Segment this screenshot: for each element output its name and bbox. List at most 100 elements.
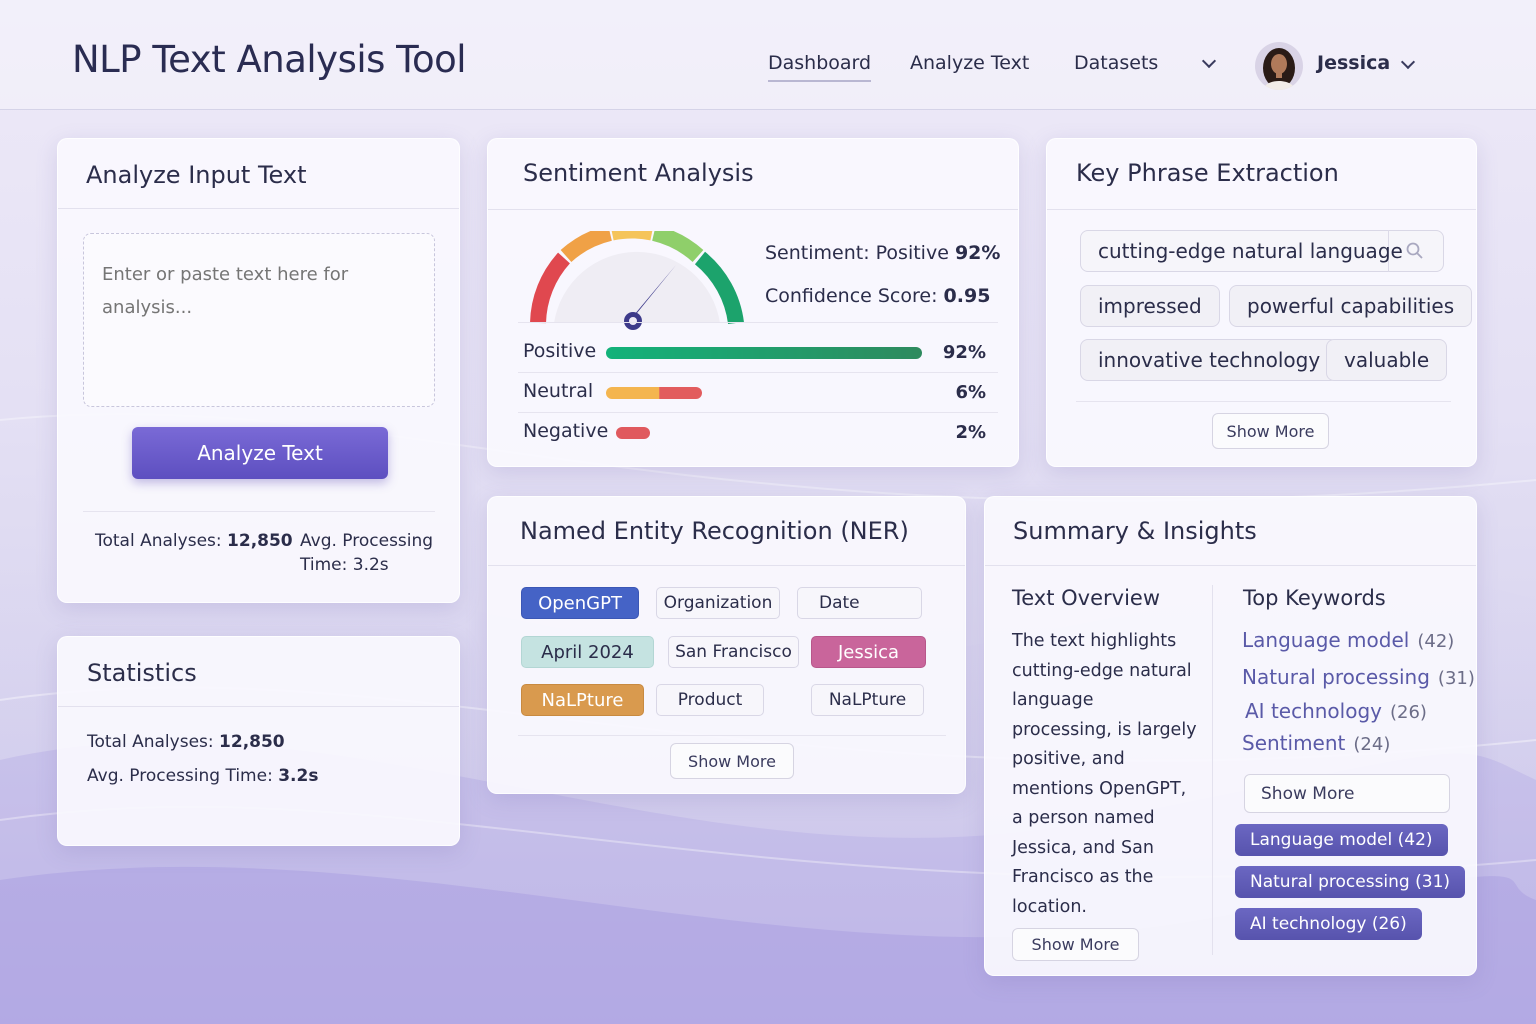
sentiment-neutral-pct: 6% bbox=[955, 382, 986, 403]
sentiment-positive-bar bbox=[606, 347, 922, 359]
text-input-area[interactable] bbox=[83, 233, 435, 407]
keyword-name: AI technology bbox=[1245, 699, 1382, 723]
user-avatar[interactable] bbox=[1255, 42, 1303, 90]
overview-show-more-button[interactable]: Show More bbox=[1012, 928, 1139, 961]
sentiment-positive-label: Positive bbox=[523, 340, 597, 362]
statistics-total-label: Total Analyses: bbox=[87, 732, 214, 752]
ner-card: Named Entity Recognition (NER) OpenGPT O… bbox=[487, 496, 966, 794]
summary-title: Summary & Insights bbox=[1013, 517, 1257, 545]
ner-title: Named Entity Recognition (NER) bbox=[520, 517, 909, 545]
avg-processing-value: 3.2s bbox=[352, 555, 389, 575]
column-divider bbox=[1212, 585, 1213, 955]
card-divider bbox=[1047, 209, 1476, 210]
search-icon[interactable] bbox=[1405, 241, 1425, 261]
key-phrase-chip[interactable]: innovative technology bbox=[1080, 339, 1339, 381]
ner-tag-location-entity[interactable]: San Francisco bbox=[668, 636, 799, 668]
ner-tag-product-entity-plain[interactable]: NaLPture bbox=[811, 684, 924, 716]
statistics-card: Statistics Total Analyses: 12,850 Avg. P… bbox=[57, 636, 460, 846]
sentiment-card: Sentiment Analysis Sentiment: Positive 9… bbox=[487, 138, 1019, 467]
sentiment-neutral-label: Neutral bbox=[523, 380, 594, 402]
analyze-input-title: Analyze Input Text bbox=[86, 161, 307, 189]
sentiment-summary: Sentiment: Positive 92% bbox=[765, 241, 1000, 265]
statistics-avg-processing: Avg. Processing Time: 3.2s bbox=[87, 764, 318, 788]
card-divider bbox=[1076, 401, 1451, 402]
key-phrase-search[interactable]: cutting-edge natural language bbox=[1080, 230, 1444, 272]
statistics-avg-value: 3.2s bbox=[278, 766, 319, 786]
top-keywords-title: Top Keywords bbox=[1243, 586, 1386, 610]
key-phrase-chip[interactable]: powerful capabilities bbox=[1229, 285, 1473, 327]
app-root: NLP Text Analysis Tool Dashboard Analyze… bbox=[0, 0, 1536, 1024]
keyword-row[interactable]: Language model (42) bbox=[1242, 628, 1454, 652]
row-divider bbox=[518, 412, 998, 413]
key-phrase-title: Key Phrase Extraction bbox=[1076, 159, 1339, 187]
sentiment-summary-label: Sentiment: Positive bbox=[765, 242, 949, 264]
total-analyses-stat: Total Analyses: 12,850 bbox=[95, 529, 293, 553]
ner-tag-organization-entity[interactable]: OpenGPT bbox=[521, 587, 639, 619]
statistics-avg-label: Avg. Processing Time: bbox=[87, 766, 273, 786]
keywords-show-more-button[interactable]: Show More bbox=[1244, 774, 1450, 813]
analyze-input-card: Analyze Input Text Analyze Text Total An… bbox=[57, 138, 460, 603]
total-analyses-value: 12,850 bbox=[227, 531, 293, 551]
ner-tag-date-entity[interactable]: April 2024 bbox=[521, 636, 654, 668]
avatar-icon bbox=[1255, 42, 1303, 90]
confidence-label: Confidence Score: bbox=[765, 285, 938, 307]
summary-card: Summary & Insights Text Overview The tex… bbox=[984, 496, 1477, 976]
statistics-total-value: 12,850 bbox=[219, 732, 285, 752]
keyword-count: (26) bbox=[1390, 702, 1427, 723]
sentiment-summary-value: 92% bbox=[954, 242, 1001, 264]
row-divider bbox=[518, 372, 998, 373]
ner-tag-type-date[interactable]: Date bbox=[797, 587, 922, 619]
datasets-chevron-down-icon[interactable] bbox=[1201, 53, 1217, 69]
key-phrase-chip[interactable]: valuable bbox=[1326, 339, 1448, 381]
key-phrase-chip[interactable]: impressed bbox=[1080, 285, 1220, 327]
key-phrase-show-more-button[interactable]: Show More bbox=[1212, 413, 1329, 449]
statistics-title: Statistics bbox=[87, 659, 197, 687]
key-phrase-card: Key Phrase Extraction cutting-edge natur… bbox=[1046, 138, 1477, 467]
ner-tag-type-product[interactable]: Product bbox=[656, 684, 764, 716]
total-analyses-label: Total Analyses: bbox=[95, 531, 222, 551]
keyword-name: Language model bbox=[1242, 628, 1410, 652]
keyword-pill[interactable]: Natural processing (31) bbox=[1235, 866, 1466, 898]
confidence-value: 0.95 bbox=[943, 285, 991, 307]
user-menu-chevron-down-icon[interactable] bbox=[1400, 54, 1416, 70]
card-divider bbox=[83, 511, 435, 512]
sentiment-negative-pct: 2% bbox=[955, 422, 986, 443]
sentiment-gauge bbox=[530, 231, 744, 330]
sentiment-positive-pct: 92% bbox=[942, 342, 986, 363]
app-title: NLP Text Analysis Tool bbox=[72, 38, 467, 81]
nav-datasets[interactable]: Datasets bbox=[1074, 52, 1158, 74]
card-divider bbox=[518, 322, 998, 323]
text-overview-title: Text Overview bbox=[1012, 586, 1161, 610]
confidence-score: Confidence Score: 0.95 bbox=[765, 284, 990, 308]
keyword-name: Sentiment bbox=[1242, 731, 1346, 755]
card-divider bbox=[488, 209, 1018, 210]
keyword-count: (42) bbox=[1417, 631, 1455, 652]
keyword-count: (31) bbox=[1437, 668, 1475, 689]
key-phrase-search-input[interactable]: cutting-edge natural language bbox=[1081, 230, 1403, 272]
keyword-pill[interactable]: AI technology (26) bbox=[1235, 908, 1422, 940]
sentiment-negative-bar bbox=[616, 427, 650, 439]
card-divider bbox=[518, 735, 946, 736]
statistics-total-analyses: Total Analyses: 12,850 bbox=[87, 730, 285, 754]
nav-dashboard[interactable]: Dashboard bbox=[768, 52, 872, 82]
analyze-text-button[interactable]: Analyze Text bbox=[132, 427, 388, 479]
sentiment-neutral-bar bbox=[606, 387, 702, 399]
keyword-name: Natural processing bbox=[1242, 665, 1430, 689]
card-divider bbox=[488, 565, 965, 566]
sentiment-title: Sentiment Analysis bbox=[523, 159, 754, 187]
keyword-row[interactable]: Natural processing (31) bbox=[1242, 665, 1475, 689]
ner-show-more-button[interactable]: Show More bbox=[670, 743, 794, 779]
keyword-row[interactable]: AI technology (26) bbox=[1245, 699, 1427, 723]
card-divider bbox=[985, 565, 1476, 566]
top-header: NLP Text Analysis Tool Dashboard Analyze… bbox=[0, 0, 1536, 110]
keyword-count: (24) bbox=[1353, 734, 1391, 755]
card-divider bbox=[58, 208, 459, 209]
user-name[interactable]: Jessica bbox=[1317, 52, 1390, 74]
ner-tag-person-entity[interactable]: Jessica bbox=[811, 636, 926, 668]
keyword-row[interactable]: Sentiment (24) bbox=[1242, 731, 1390, 755]
nav-analyze-text[interactable]: Analyze Text bbox=[910, 52, 1029, 74]
card-divider bbox=[58, 706, 459, 707]
ner-tag-type-organization[interactable]: Organization bbox=[656, 587, 780, 619]
ner-tag-product-entity[interactable]: NaLPture bbox=[521, 684, 644, 716]
keyword-pill[interactable]: Language model (42) bbox=[1235, 824, 1448, 856]
